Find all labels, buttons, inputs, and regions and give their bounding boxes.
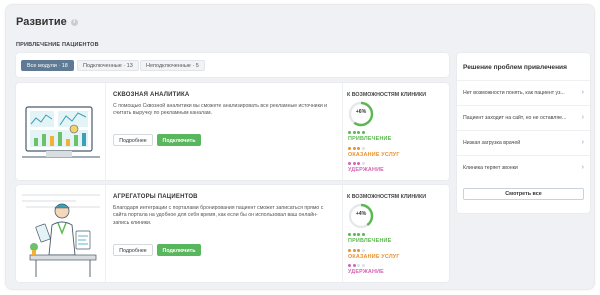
see-all-button[interactable]: Смотреть все (463, 188, 584, 200)
rating-dot (348, 147, 351, 150)
rating-dot (352, 131, 356, 134)
rating-dot (361, 233, 365, 236)
gauge-value: +4% (355, 211, 367, 217)
rating-dot (352, 249, 356, 252)
rating-dot (361, 131, 365, 134)
rating-dot (357, 233, 361, 236)
opportunities-title: К ВОЗМОЖНОСТЯМ КЛИНИКИ (347, 194, 427, 200)
info-icon[interactable]: i (70, 18, 78, 26)
rating-dot (348, 233, 351, 236)
metric-label: УДЕРЖАНИЕ (348, 167, 384, 173)
problem-item-label: Нет возможности понять, как пациент уз..… (463, 90, 565, 96)
rating-dot (357, 264, 361, 267)
rating-dots (348, 162, 365, 165)
chevron-right-icon: › (581, 164, 584, 171)
gauge-value: +6% (355, 109, 367, 115)
module-description: С помощью Сквозной аналитики вы сможете … (113, 103, 328, 117)
problem-item[interactable]: Низкая загрузка врачей › (457, 130, 590, 155)
more-button[interactable]: Подробнее (113, 134, 153, 146)
problem-item[interactable]: Нет возможности понять, как пациент уз..… (457, 80, 590, 105)
aggregators-illustration (16, 185, 106, 282)
rating-dot (348, 162, 351, 165)
problem-item[interactable]: Клиника теряет звонки › (457, 155, 590, 180)
page-title-text: Развитие (16, 16, 67, 28)
rating-dot (348, 249, 351, 252)
page-title: Развитие i (16, 16, 78, 28)
more-button[interactable]: Подробнее (113, 244, 153, 256)
connect-button[interactable]: Подключить (157, 244, 201, 256)
problem-item-label: Низкая загрузка врачей (463, 140, 521, 146)
rating-dot (348, 131, 351, 134)
filter-bar: Все модули · 18 Подключенные · 13 Неподк… (16, 53, 449, 77)
connect-button[interactable]: Подключить (157, 134, 201, 146)
page-frame: Развитие i ПРИВЛЕЧЕНИЕ ПАЦИЕНТОВ Все мод… (6, 5, 594, 289)
metric-label: УДЕРЖАНИЕ (348, 269, 384, 275)
rating-dots (348, 264, 365, 267)
rating-dot (357, 162, 361, 165)
metric-label: ПРИВЛЕЧЕНИЕ (348, 238, 392, 244)
rating-dot (352, 233, 356, 236)
rating-dot (352, 147, 356, 150)
rating-dots (348, 131, 365, 134)
chevron-right-icon: › (581, 89, 584, 96)
module-card: АГРЕГАТОРЫ ПАЦИЕНТОВ Благодаря интеграци… (16, 185, 449, 282)
metric-label: ОКАЗАНИЕ УСЛУГ (348, 254, 400, 260)
problem-item[interactable]: Пациент заходит на сайт, но не оставляе.… (457, 105, 590, 130)
filter-tab-all[interactable]: Все модули · 18 (21, 60, 74, 71)
module-description: Благодаря интеграции с порталами брониро… (113, 205, 324, 226)
rating-dot (348, 264, 351, 267)
rating-dot (361, 162, 365, 165)
rating-dot (357, 249, 361, 252)
problem-item-label: Клиника теряет звонки (463, 165, 518, 171)
filter-tab-disconnected[interactable]: Неподключенные · 5 (140, 60, 205, 71)
opportunities-title: К ВОЗМОЖНОСТЯМ КЛИНИКИ (347, 92, 427, 98)
module-title: АГРЕГАТОРЫ ПАЦИЕНТОВ (113, 194, 198, 200)
rating-dot (361, 147, 365, 150)
rating-dot (357, 131, 361, 134)
chevron-right-icon: › (581, 139, 584, 146)
rating-dot (357, 147, 361, 150)
panel-title: Решение проблем привлечения (463, 64, 567, 71)
problem-item-label: Пациент заходит на сайт, но не оставляе.… (463, 115, 567, 121)
analytics-illustration (16, 83, 106, 180)
problems-panel: Решение проблем привлечения Нет возможно… (457, 53, 590, 213)
filter-tab-connected[interactable]: Подключенные · 13 (77, 60, 139, 71)
rating-dots (348, 249, 365, 252)
section-subtitle: ПРИВЛЕЧЕНИЕ ПАЦИЕНТОВ (16, 42, 99, 48)
rating-dot (352, 264, 356, 267)
module-card: СКВОЗНАЯ АНАЛИТИКА С помощью Сквозной ан… (16, 83, 449, 180)
rating-dots (348, 233, 365, 236)
rating-dot (361, 264, 365, 267)
card-divider (342, 83, 343, 180)
chevron-right-icon: › (581, 114, 584, 121)
rating-dots (348, 147, 365, 150)
rating-dot (361, 249, 365, 252)
metric-label: ПРИВЛЕЧЕНИЕ (348, 136, 392, 142)
card-divider (342, 185, 343, 282)
rating-dot (352, 162, 356, 165)
module-title: СКВОЗНАЯ АНАЛИТИКА (113, 92, 190, 98)
metric-label: ОКАЗАНИЕ УСЛУГ (348, 152, 400, 158)
